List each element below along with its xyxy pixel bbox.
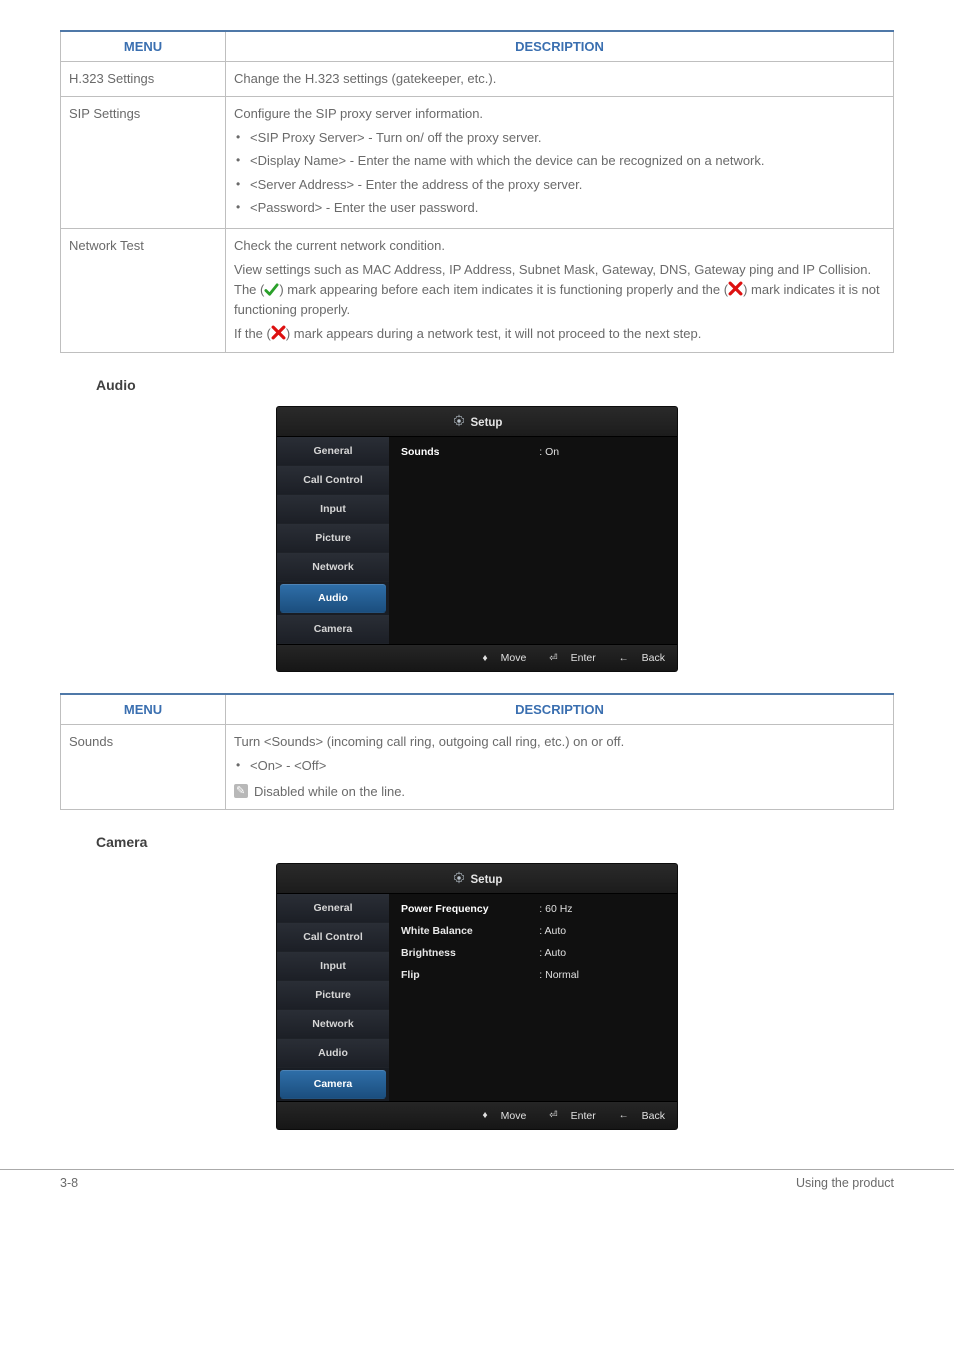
menu-cell-sounds: Sounds <box>61 725 226 810</box>
osd-row-value: : Auto <box>539 947 665 959</box>
back-arrow-icon: ← <box>619 653 629 664</box>
osd-row-value: : On <box>539 446 665 458</box>
menu-cell-sip: SIP Settings <box>61 97 226 229</box>
osd-nav-picture[interactable]: Picture <box>277 981 389 1010</box>
osd-footer: ♦ Move ⏎ Enter ← Back <box>277 644 677 672</box>
menu-cell-h323: H.323 Settings <box>61 62 226 97</box>
osd-row-sounds[interactable]: Sounds : On <box>389 441 677 463</box>
menu-cell-network-test: Network Test <box>61 228 226 352</box>
osd-nav-audio[interactable]: Audio <box>280 584 386 613</box>
osd-title-text: Setup <box>471 417 503 429</box>
sounds-note-text: Disabled while on the line. <box>254 784 405 799</box>
osd-nav-general[interactable]: General <box>277 437 389 466</box>
note-icon <box>234 784 248 798</box>
osd-setup-audio: Setup General Call Control Input Picture… <box>277 407 677 672</box>
osd-title: Setup <box>277 407 677 437</box>
list-item: <Server Address> - Enter the address of … <box>236 175 885 195</box>
page-section-title: Using the product <box>796 1176 894 1190</box>
osd-footer: ♦ Move ⏎ Enter ← Back <box>277 1101 677 1129</box>
nt-p2: View settings such as MAC Address, IP Ad… <box>234 260 885 320</box>
list-item: <Password> - Enter the user password. <box>236 198 885 218</box>
osd-row-label: White Balance <box>401 925 539 937</box>
sounds-bullets: <On> - <Off> <box>234 756 885 776</box>
gear-icon <box>452 871 466 885</box>
osd-content: Power Frequency : 60 Hz White Balance : … <box>389 894 677 1101</box>
gear-icon <box>452 414 466 428</box>
updown-icon: ♦ <box>483 653 488 664</box>
x-icon <box>271 325 286 338</box>
osd-nav-camera[interactable]: Camera <box>277 615 389 644</box>
th-description: DESCRIPTION <box>226 31 894 62</box>
nt-p3: If the ( ) mark appears during a network … <box>234 324 885 344</box>
osd-title: Setup <box>277 864 677 894</box>
list-item: <Display Name> - Enter the name with whi… <box>236 151 885 171</box>
osd-nav: General Call Control Input Picture Netwo… <box>277 437 389 644</box>
osd-nav-network[interactable]: Network <box>277 553 389 582</box>
nt-p3b: ) mark appears during a network test, it… <box>286 326 702 341</box>
osd-row-power-frequency[interactable]: Power Frequency : 60 Hz <box>389 898 677 920</box>
osd-row-value: : Auto <box>539 925 665 937</box>
footer-back: ← Back <box>609 652 665 664</box>
osd-row-label: Sounds <box>401 446 539 458</box>
sip-bullets: <SIP Proxy Server> - Turn on/ off the pr… <box>234 128 885 218</box>
footer-enter: ⏎ Enter <box>539 652 596 664</box>
osd-row-label: Brightness <box>401 947 539 959</box>
osd-nav-input[interactable]: Input <box>277 495 389 524</box>
osd-nav-general[interactable]: General <box>277 894 389 923</box>
osd-nav-audio[interactable]: Audio <box>277 1039 389 1068</box>
th-description: DESCRIPTION <box>226 694 894 725</box>
page-number: 3-8 <box>60 1176 78 1190</box>
osd-content: Sounds : On <box>389 437 677 644</box>
osd-nav: General Call Control Input Picture Netwo… <box>277 894 389 1101</box>
nt-p1: Check the current network condition. <box>234 236 885 256</box>
table-row: Network Test Check the current network c… <box>61 228 894 352</box>
osd-nav-call-control[interactable]: Call Control <box>277 466 389 495</box>
table-row: H.323 Settings Change the H.323 settings… <box>61 62 894 97</box>
enter-icon: ⏎ <box>549 1110 557 1121</box>
x-icon <box>728 281 743 294</box>
nt-p3a: If the ( <box>234 326 271 341</box>
osd-row-flip[interactable]: Flip : Normal <box>389 964 677 986</box>
desc-cell-sounds: Turn <Sounds> (incoming call ring, outgo… <box>226 725 894 810</box>
osd-nav-network[interactable]: Network <box>277 1010 389 1039</box>
th-menu: MENU <box>61 694 226 725</box>
osd-title-text: Setup <box>471 874 503 886</box>
osd-row-white-balance[interactable]: White Balance : Auto <box>389 920 677 942</box>
osd-row-label: Power Frequency <box>401 903 539 915</box>
updown-icon: ♦ <box>483 1110 488 1121</box>
osd-setup-camera: Setup General Call Control Input Picture… <box>277 864 677 1129</box>
desc-cell-h323: Change the H.323 settings (gatekeeper, e… <box>226 62 894 97</box>
table-row: Sounds Turn <Sounds> (incoming call ring… <box>61 725 894 810</box>
th-menu: MENU <box>61 31 226 62</box>
osd-nav-camera[interactable]: Camera <box>280 1070 386 1099</box>
section-heading-audio: Audio <box>60 371 894 401</box>
desc-cell-sip: Configure the SIP proxy server informati… <box>226 97 894 229</box>
osd-nav-call-control[interactable]: Call Control <box>277 923 389 952</box>
nt-p2b: ) mark appearing before each item indica… <box>279 282 728 297</box>
osd-nav-picture[interactable]: Picture <box>277 524 389 553</box>
check-icon <box>264 282 279 295</box>
footer-back: ← Back <box>609 1110 665 1122</box>
osd-row-brightness[interactable]: Brightness : Auto <box>389 942 677 964</box>
menu-table-1: MENU DESCRIPTION H.323 Settings Change t… <box>60 30 894 353</box>
page-footer: 3-8 Using the product <box>0 1169 954 1210</box>
section-heading-camera: Camera <box>60 828 894 858</box>
sip-intro: Configure the SIP proxy server informati… <box>234 104 885 124</box>
back-arrow-icon: ← <box>619 1110 629 1121</box>
osd-row-label: Flip <box>401 969 539 981</box>
osd-row-value: : Normal <box>539 969 665 981</box>
footer-move: ♦ Move <box>473 1110 527 1122</box>
list-item: <On> - <Off> <box>236 756 885 776</box>
footer-move: ♦ Move <box>473 652 527 664</box>
footer-enter: ⏎ Enter <box>539 1110 596 1122</box>
menu-table-2: MENU DESCRIPTION Sounds Turn <Sounds> (i… <box>60 693 894 810</box>
table-row: SIP Settings Configure the SIP proxy ser… <box>61 97 894 229</box>
enter-icon: ⏎ <box>549 653 557 664</box>
list-item: <SIP Proxy Server> - Turn on/ off the pr… <box>236 128 885 148</box>
desc-cell-network-test: Check the current network condition. Vie… <box>226 228 894 352</box>
osd-row-value: : 60 Hz <box>539 903 665 915</box>
sounds-intro: Turn <Sounds> (incoming call ring, outgo… <box>234 732 885 752</box>
sounds-note: Disabled while on the line. <box>234 782 885 802</box>
osd-nav-input[interactable]: Input <box>277 952 389 981</box>
